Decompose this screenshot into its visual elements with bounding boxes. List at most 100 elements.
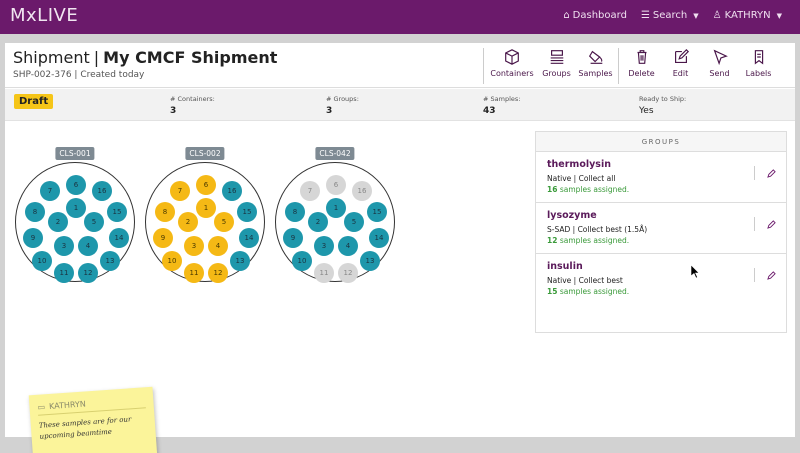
delete-button[interactable]: Delete (622, 48, 661, 78)
port-8[interactable]: 8 (285, 202, 305, 222)
group-item-thermolysin[interactable]: thermolysin Native | Collect all 16 samp… (536, 152, 786, 203)
nav-user-menu[interactable]: ♙ KATHRYN ▼ (713, 10, 782, 21)
port-6[interactable]: 6 (66, 175, 86, 195)
group-description: Native | Collect best (547, 276, 623, 285)
port-11[interactable]: 11 (314, 263, 334, 283)
user-icon: ♙ (712, 10, 722, 21)
port-14[interactable]: 14 (109, 228, 129, 248)
edit-button[interactable]: Edit (661, 48, 700, 78)
port-5[interactable]: 5 (344, 212, 364, 232)
group-edit-button[interactable] (754, 166, 776, 180)
caret-down-icon: ▼ (693, 11, 699, 20)
port-13[interactable]: 13 (360, 251, 380, 271)
shipment-subtitle: SHP-002-376 | Created today (13, 70, 145, 80)
port-1[interactable]: 1 (66, 198, 86, 218)
box-icon (505, 49, 519, 65)
toolbar: Containers Groups Samples Delete Edit Se… (483, 48, 781, 84)
tag-icon (754, 50, 763, 65)
containers-button[interactable]: Containers (487, 48, 537, 78)
groups-button[interactable]: Groups (537, 48, 576, 78)
port-8[interactable]: 8 (155, 202, 175, 222)
port-2[interactable]: 2 (178, 212, 198, 232)
port-14[interactable]: 14 (239, 228, 259, 248)
port-13[interactable]: 13 (100, 251, 120, 271)
port-10[interactable]: 10 (292, 251, 312, 271)
port-15[interactable]: 15 (237, 202, 257, 222)
port-5[interactable]: 5 (84, 212, 104, 232)
container-label[interactable]: CLS-042 (315, 147, 355, 160)
port-6[interactable]: 6 (196, 175, 216, 195)
group-edit-button[interactable] (754, 268, 776, 282)
nav-search-label: Search (652, 10, 688, 21)
port-11[interactable]: 11 (54, 263, 74, 283)
port-13[interactable]: 13 (230, 251, 250, 271)
port-9[interactable]: 9 (283, 228, 303, 248)
port-3[interactable]: 3 (54, 236, 74, 256)
group-count-number: 15 (547, 287, 558, 296)
labels-button[interactable]: Labels (739, 48, 778, 78)
group-edit-button[interactable] (754, 217, 776, 231)
shipment-header: Shipment | My CMCF Shipment SHP-002-376 | … (5, 43, 795, 88)
group-count-text: samples assigned. (559, 287, 630, 296)
nav-dashboard[interactable]: ⌂ Dashboard (563, 10, 627, 21)
port-11[interactable]: 11 (184, 263, 204, 283)
port-4[interactable]: 4 (208, 236, 228, 256)
groups-heading: GROUPS (536, 132, 786, 152)
port-1[interactable]: 1 (196, 198, 216, 218)
port-5[interactable]: 5 (214, 212, 234, 232)
port-16[interactable]: 16 (222, 181, 242, 201)
nav-user-label: KATHRYN (724, 10, 771, 21)
port-16[interactable]: 16 (352, 181, 372, 201)
stat-ready-value: Yes (639, 106, 654, 116)
group-item-lysozyme[interactable]: lysozyme S-SAD | Collect best (1.5Å) 12 … (536, 203, 786, 254)
port-16[interactable]: 16 (92, 181, 112, 201)
port-4[interactable]: 4 (78, 236, 98, 256)
port-12[interactable]: 12 (78, 263, 98, 283)
note-author: ▭ KATHRYN (37, 395, 146, 416)
port-7[interactable]: 7 (300, 181, 320, 201)
port-12[interactable]: 12 (208, 263, 228, 283)
port-12[interactable]: 12 (338, 263, 358, 283)
samples-button[interactable]: Samples (576, 48, 615, 78)
note-text: These samples are for our upcoming beamt… (38, 415, 132, 441)
group-name[interactable]: insulin (547, 261, 786, 272)
group-count-number: 16 (547, 185, 558, 194)
port-10[interactable]: 10 (32, 251, 52, 271)
port-6[interactable]: 6 (326, 175, 346, 195)
status-bar: Draft # Containers: 3 # Groups: 3 # Samp… (5, 89, 795, 121)
port-2[interactable]: 2 (308, 212, 328, 232)
status-badge: Draft (14, 94, 54, 109)
port-2[interactable]: 2 (48, 212, 68, 232)
group-count-number: 12 (547, 236, 558, 245)
group-item-insulin[interactable]: insulin Native | Collect best 15 samples… (536, 254, 786, 305)
page-title: Shipment | My CMCF Shipment (13, 48, 277, 67)
port-15[interactable]: 15 (107, 202, 127, 222)
stat-groups-value: 3 (326, 106, 333, 116)
page-title-type: Shipment (13, 48, 90, 67)
port-3[interactable]: 3 (314, 236, 334, 256)
group-name[interactable]: thermolysin (547, 159, 786, 170)
container-label[interactable]: CLS-001 (55, 147, 95, 160)
port-9[interactable]: 9 (153, 228, 173, 248)
port-9[interactable]: 9 (23, 228, 43, 248)
port-3[interactable]: 3 (184, 236, 204, 256)
nav-search[interactable]: ☰ Search ▼ (641, 10, 699, 21)
stat-containers-label: # Containers: (170, 95, 215, 103)
port-8[interactable]: 8 (25, 202, 45, 222)
group-count-text: samples assigned. (559, 185, 630, 194)
send-button[interactable]: Send (700, 48, 739, 78)
port-7[interactable]: 7 (40, 181, 60, 201)
port-15[interactable]: 15 (367, 202, 387, 222)
port-10[interactable]: 10 (162, 251, 182, 271)
container-label[interactable]: CLS-002 (185, 147, 225, 160)
port-4[interactable]: 4 (338, 236, 358, 256)
nav-links: ⌂ Dashboard ☰ Search ▼ ♙ KATHRYN ▼ (563, 10, 782, 21)
group-name[interactable]: lysozyme (547, 210, 786, 221)
port-1[interactable]: 1 (326, 198, 346, 218)
stat-samples: # Samples: 43 (483, 95, 520, 116)
pencil-icon (767, 168, 776, 178)
sticky-note[interactable]: ▭ KATHRYN These samples are for our upco… (28, 386, 158, 453)
port-7[interactable]: 7 (170, 181, 190, 201)
brand-logo[interactable]: MxLIVE (10, 5, 78, 26)
port-14[interactable]: 14 (369, 228, 389, 248)
